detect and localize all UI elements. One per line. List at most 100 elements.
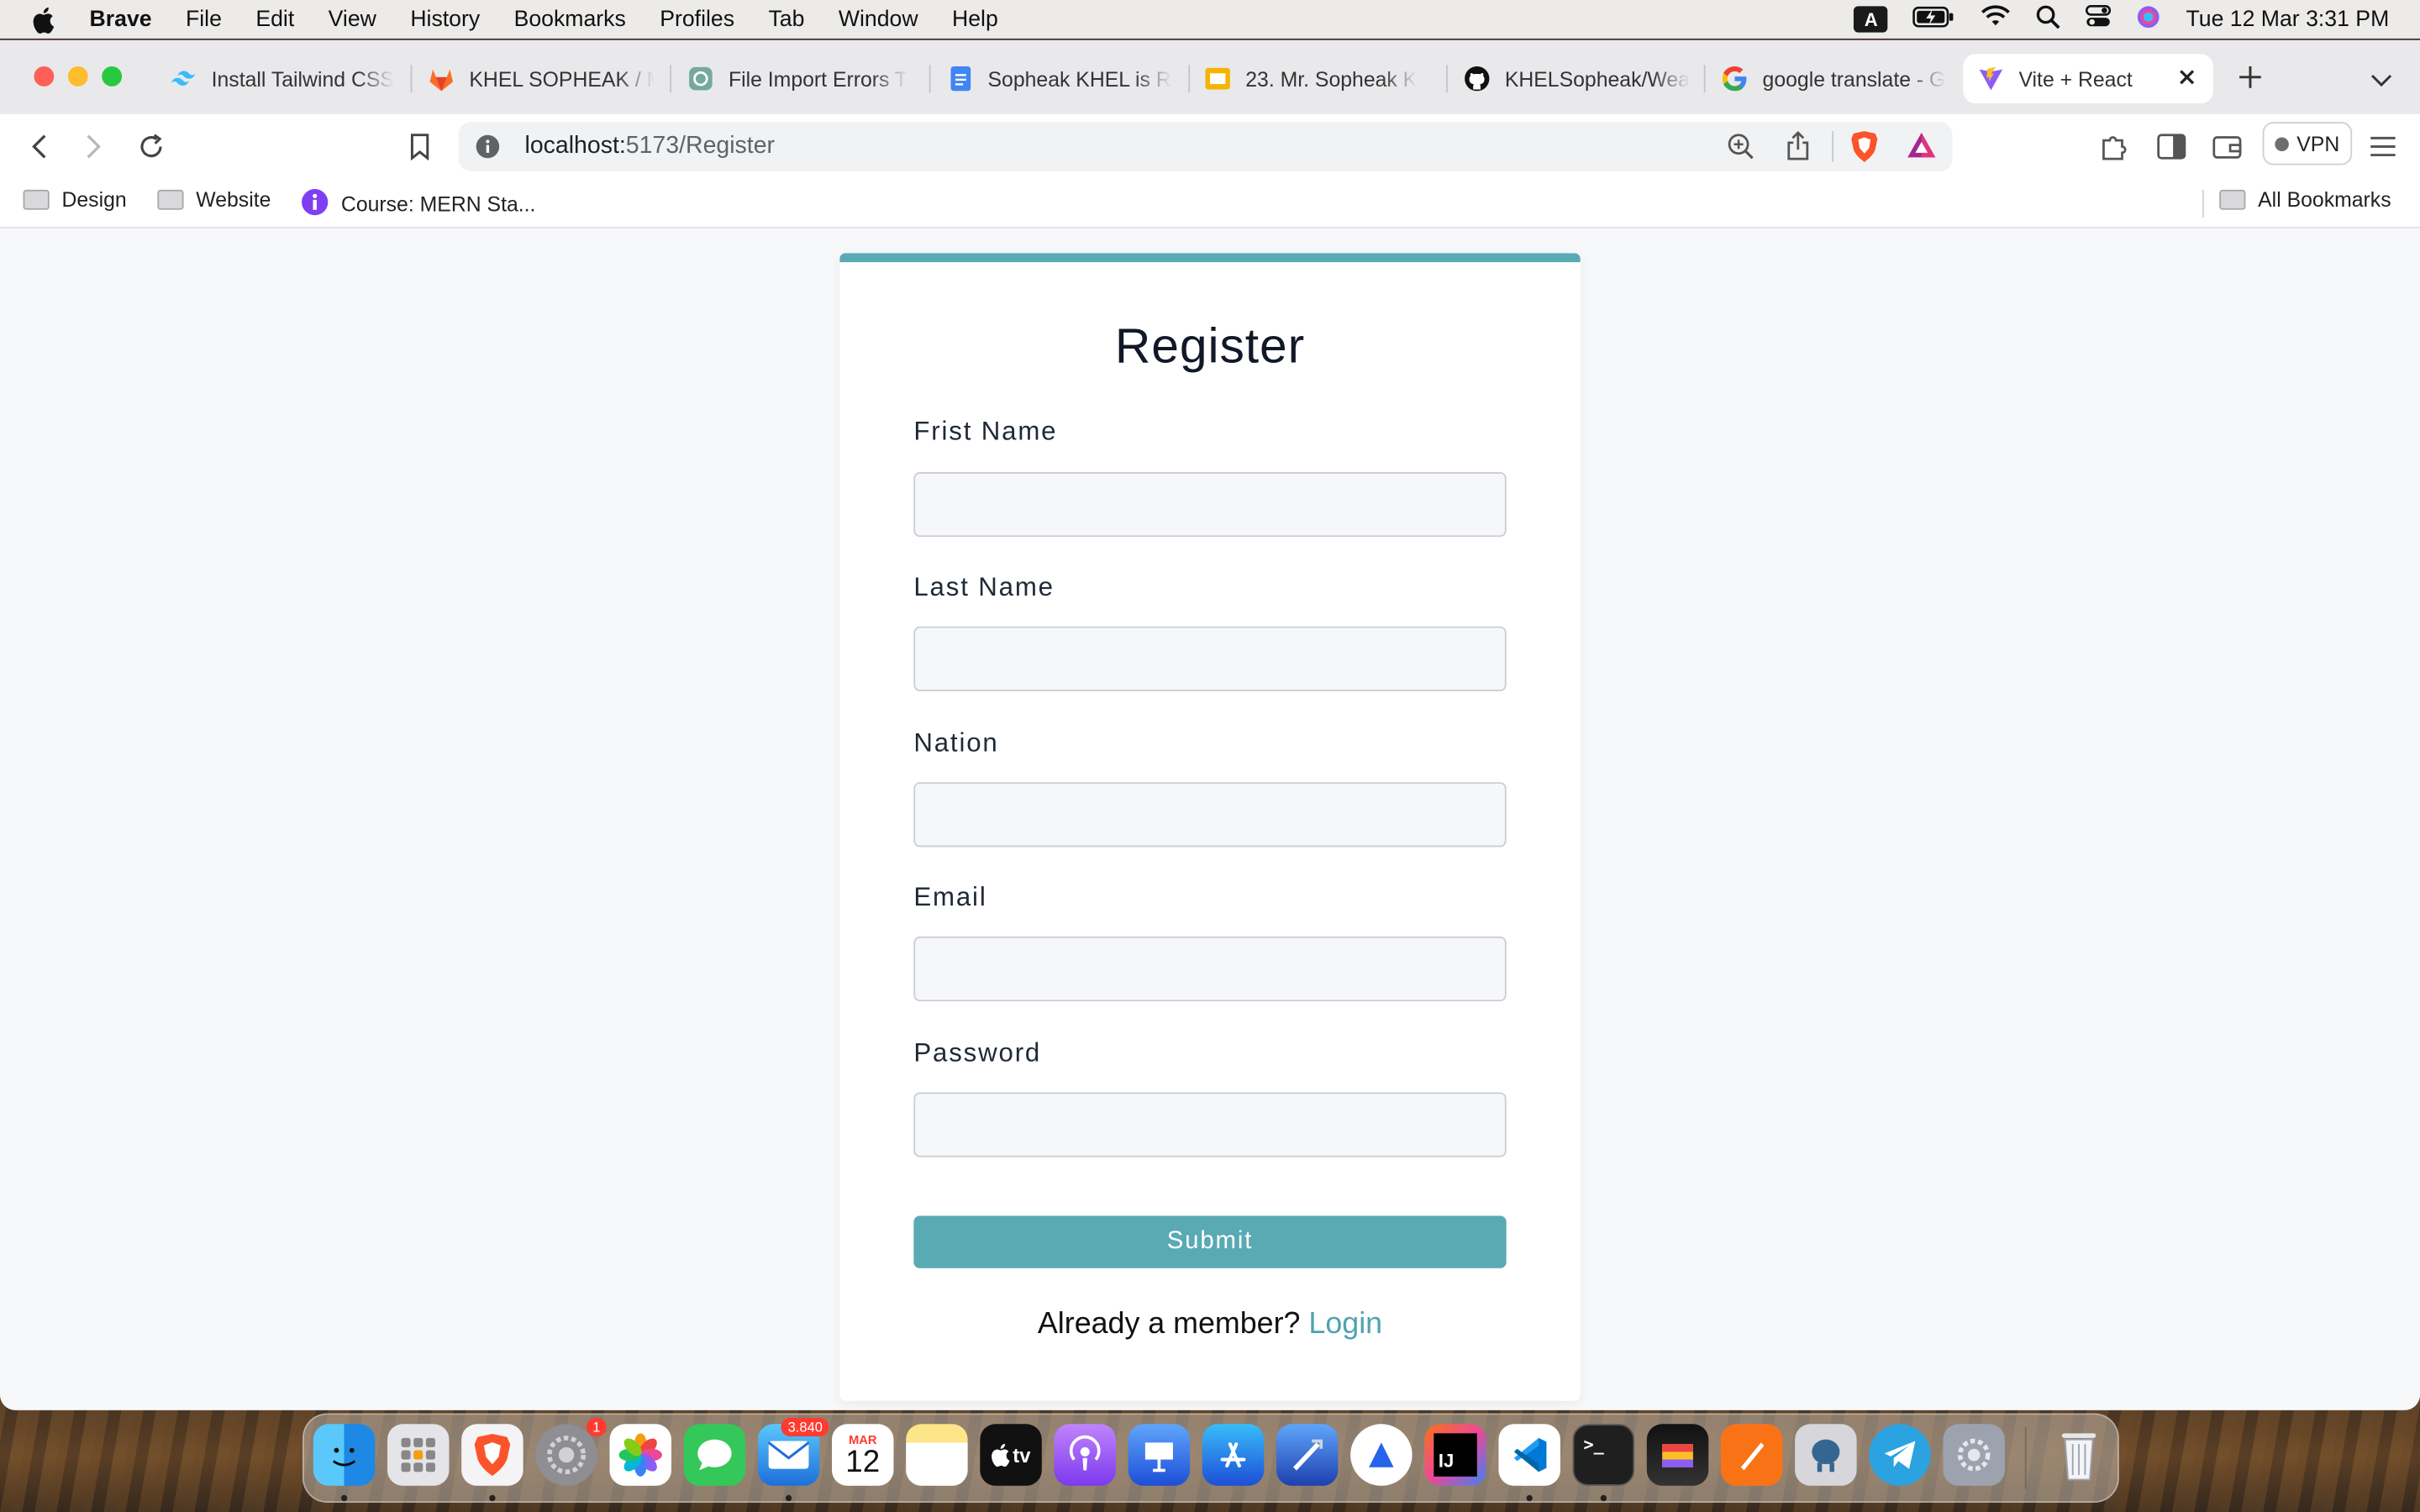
tab-vite-react-active[interactable]: Vite + React bbox=[1963, 54, 2213, 104]
minimize-window-button[interactable] bbox=[67, 66, 88, 87]
telegram-icon[interactable] bbox=[1869, 1424, 1931, 1486]
chatgpt-icon bbox=[688, 66, 713, 91]
menu-history[interactable]: History bbox=[393, 7, 497, 31]
hamburger-menu-icon[interactable] bbox=[2366, 129, 2400, 163]
menu-bar: Brave File Edit View History Bookmarks P… bbox=[0, 0, 2420, 39]
close-tab-icon[interactable] bbox=[2176, 66, 2198, 92]
app-icon[interactable] bbox=[1350, 1424, 1413, 1486]
menu-file[interactable]: File bbox=[169, 7, 239, 31]
wifi-icon[interactable] bbox=[1981, 5, 2012, 34]
input-source-indicator[interactable]: A bbox=[1854, 6, 1888, 33]
reload-icon[interactable] bbox=[134, 129, 168, 163]
spotlight-search-icon[interactable] bbox=[2036, 4, 2061, 35]
email-label: Email bbox=[913, 882, 987, 912]
brave-shields-icon[interactable] bbox=[1849, 129, 1880, 171]
menu-profiles[interactable]: Profiles bbox=[643, 7, 751, 31]
bookmark-icon[interactable] bbox=[402, 129, 436, 163]
apple-menu-icon[interactable] bbox=[0, 5, 90, 33]
email-input[interactable] bbox=[913, 936, 1507, 1002]
nation-input[interactable] bbox=[913, 782, 1507, 848]
vite-icon bbox=[1979, 66, 2003, 91]
tab-gitlab[interactable]: KHEL SOPHEAK / M bbox=[429, 54, 655, 103]
xcode-icon[interactable] bbox=[1276, 1424, 1339, 1486]
trash-icon[interactable] bbox=[2048, 1424, 2109, 1485]
site-info-icon[interactable] bbox=[476, 134, 500, 167]
tab-google-translate[interactable]: google translate - G bbox=[1722, 54, 1948, 103]
keynote-icon[interactable] bbox=[1128, 1424, 1191, 1486]
tab-separator bbox=[670, 65, 671, 93]
last-name-input[interactable] bbox=[913, 626, 1507, 691]
brave-browser-icon[interactable] bbox=[461, 1424, 523, 1486]
running-indicator bbox=[489, 1494, 496, 1502]
terminal-icon[interactable]: >_ bbox=[1572, 1424, 1635, 1486]
menu-tab[interactable]: Tab bbox=[751, 7, 821, 31]
bookmark-course-mern[interactable]: Course: MERN Sta... bbox=[301, 188, 535, 221]
brave-rewards-icon[interactable] bbox=[1906, 131, 1937, 166]
vpn-button[interactable]: VPN bbox=[2262, 122, 2353, 165]
new-tab-icon[interactable] bbox=[2238, 65, 2262, 97]
tailwind-icon bbox=[171, 66, 196, 91]
menu-help[interactable]: Help bbox=[935, 7, 1015, 31]
tab-google-docs[interactable]: Sopheak KHEL is R bbox=[948, 54, 1173, 103]
settings-gear-icon[interactable] bbox=[1943, 1424, 2005, 1486]
back-arrow-icon[interactable] bbox=[22, 129, 55, 163]
tab-chatgpt[interactable]: File Import Errors T bbox=[688, 54, 913, 103]
menu-edit[interactable]: Edit bbox=[239, 7, 311, 31]
tab-separator bbox=[929, 65, 931, 93]
bookmark-folder-website[interactable]: Website bbox=[157, 188, 271, 212]
sidebar-toggle-icon[interactable] bbox=[2154, 129, 2188, 163]
menu-app-brave[interactable]: Brave bbox=[90, 7, 169, 31]
system-settings-icon[interactable]: 1 bbox=[535, 1417, 607, 1486]
url-host: localhost: bbox=[524, 132, 626, 160]
menu-window[interactable]: Window bbox=[822, 7, 935, 31]
control-center-icon[interactable] bbox=[2086, 5, 2112, 34]
login-link[interactable]: Login bbox=[1308, 1307, 1382, 1341]
zoom-icon[interactable] bbox=[1727, 133, 1754, 168]
close-window-button[interactable] bbox=[34, 66, 55, 87]
folder-icon bbox=[2219, 189, 2246, 210]
notes-icon[interactable] bbox=[906, 1424, 968, 1486]
menu-view[interactable]: View bbox=[311, 7, 393, 31]
final-cut-icon[interactable] bbox=[1646, 1424, 1709, 1486]
maximize-window-button[interactable] bbox=[102, 66, 123, 87]
apple-tv-icon[interactable]: tv bbox=[980, 1424, 1042, 1486]
password-input[interactable] bbox=[913, 1092, 1507, 1158]
intellij-icon[interactable]: IJ bbox=[1424, 1424, 1486, 1486]
calendar-icon[interactable]: MAR 12 bbox=[832, 1424, 894, 1486]
siri-icon[interactable] bbox=[2137, 4, 2161, 35]
tab-separator bbox=[410, 65, 413, 93]
already-member-text: Already a member? bbox=[1037, 1306, 1301, 1341]
url-text[interactable]: localhost:5173/Register bbox=[524, 133, 775, 160]
photos-icon[interactable] bbox=[609, 1424, 671, 1486]
tab-google-slides[interactable]: 23. Mr. Sopheak K bbox=[1205, 54, 1430, 103]
vpn-label: VPN bbox=[2296, 132, 2340, 155]
menu-bookmarks[interactable]: Bookmarks bbox=[497, 7, 643, 31]
all-bookmarks-button[interactable]: All Bookmarks bbox=[2219, 188, 2391, 212]
share-icon[interactable] bbox=[1786, 131, 1810, 168]
finder-icon[interactable] bbox=[313, 1424, 376, 1486]
messages-icon[interactable] bbox=[683, 1424, 746, 1486]
submit-button[interactable]: Submit bbox=[913, 1215, 1507, 1268]
vscode-icon[interactable] bbox=[1498, 1424, 1560, 1486]
bookmark-folder-design[interactable]: Design bbox=[23, 188, 127, 212]
github-icon bbox=[1465, 66, 1490, 92]
url-path: 5173/Register bbox=[625, 132, 776, 160]
extensions-puzzle-icon[interactable] bbox=[2097, 129, 2131, 163]
mail-icon[interactable]: 3.840 bbox=[757, 1417, 829, 1486]
pen-tool-icon[interactable] bbox=[1720, 1424, 1783, 1486]
app-store-icon[interactable] bbox=[1202, 1424, 1265, 1486]
first-name-input[interactable] bbox=[913, 472, 1507, 538]
menu-clock[interactable]: Tue 12 Mar 3:31 PM bbox=[2186, 7, 2389, 31]
podcasts-icon[interactable] bbox=[1054, 1424, 1116, 1486]
tab-search-chevron-down-icon[interactable] bbox=[2370, 68, 2392, 96]
postgresql-icon[interactable] bbox=[1795, 1424, 1857, 1486]
tab-github[interactable]: KHELSopheak/Wea bbox=[1465, 54, 1690, 103]
battery-icon[interactable] bbox=[1912, 5, 1955, 33]
bookmarks-bar: Design Website Course: MERN Sta... All B… bbox=[0, 179, 2420, 228]
forward-arrow-icon[interactable] bbox=[77, 129, 111, 163]
tab-tailwind[interactable]: Install Tailwind CSS bbox=[171, 54, 397, 103]
address-bar[interactable]: localhost:5173/Register bbox=[458, 122, 1953, 171]
mail-badge: 3.840 bbox=[781, 1417, 829, 1436]
wallet-icon[interactable] bbox=[2210, 129, 2244, 163]
launchpad-icon[interactable] bbox=[387, 1424, 450, 1486]
